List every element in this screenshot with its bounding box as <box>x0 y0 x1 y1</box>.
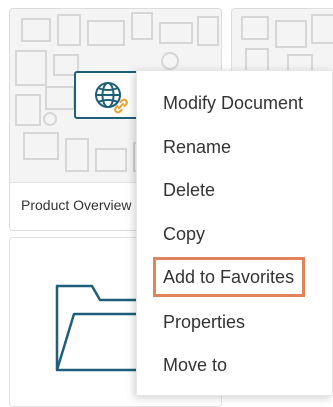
menu-item-rename[interactable]: Rename <box>163 136 231 158</box>
menu-item-add-to-favorites[interactable]: Add to Favorites <box>163 266 294 288</box>
menu-item-delete[interactable]: Delete <box>163 179 215 201</box>
menu-item-move-to[interactable]: Move to <box>163 354 227 376</box>
context-menu: Modify Document Rename Delete Copy Add t… <box>136 70 333 396</box>
card-title[interactable]: Product Overview <box>21 197 131 213</box>
menu-item-properties[interactable]: Properties <box>163 311 245 333</box>
link-icon <box>114 98 128 114</box>
menu-item-modify-document[interactable]: Modify Document <box>163 92 303 114</box>
menu-item-copy[interactable]: Copy <box>163 223 205 245</box>
